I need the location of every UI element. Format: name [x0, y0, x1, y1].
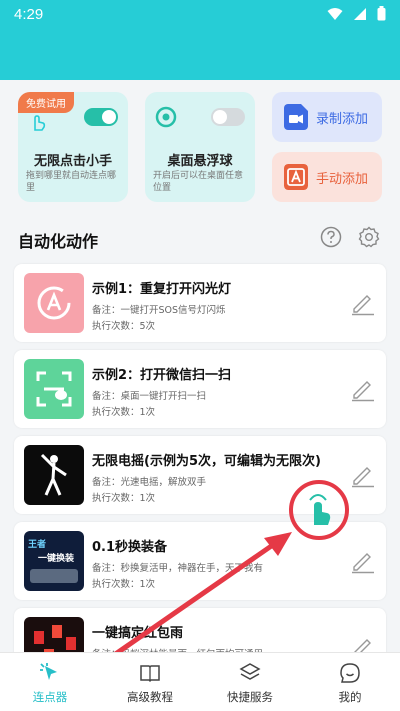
- profile-icon: [340, 663, 360, 683]
- edit-pencil-icon[interactable]: [350, 376, 376, 402]
- auto-click-title: 无限点击小手: [33, 154, 112, 169]
- scan-thumbnail: [24, 359, 84, 419]
- nav-quick-service[interactable]: 快捷服务: [200, 653, 300, 711]
- float-ball-title: 桌面悬浮球: [167, 154, 233, 169]
- item-title: 示例2：打开微信扫一扫: [92, 368, 232, 383]
- auto-click-toggle[interactable]: [84, 108, 118, 126]
- bottom-navigation: 连点器 高级教程 快捷服务 我的: [0, 652, 400, 711]
- record-add-label: 录制添加: [316, 112, 369, 127]
- action-item-flashlight[interactable]: 示例1：重复打开闪光灯 备注：一键打开SOS信号灯闪烁 执行次数：5次: [14, 264, 386, 342]
- nav-label: 连点器: [32, 690, 68, 704]
- item-note: 备注：桌面一键打开扫一扫: [92, 391, 207, 402]
- status-icons: [327, 6, 386, 21]
- nav-profile[interactable]: 我的: [300, 653, 400, 711]
- float-ball-icon: [155, 106, 177, 128]
- nav-label: 快捷服务: [227, 690, 273, 704]
- manual-add-button[interactable]: 手动添加: [272, 152, 382, 202]
- game-thumbnail: 王者 一键换装: [24, 531, 84, 591]
- nav-tutorial[interactable]: 高级教程: [100, 653, 200, 711]
- section-title: 自动化动作: [18, 232, 99, 251]
- free-trial-badge: 免费试用: [18, 92, 74, 113]
- item-note: 备注：秒换复活甲，神器在手，天下我有: [92, 563, 264, 574]
- nav-label: 我的: [338, 690, 362, 704]
- layers-icon: [239, 663, 261, 680]
- toggle-knob: [213, 110, 227, 124]
- item-title: 无限电摇(示例为5次，可编辑为无限次): [92, 454, 321, 469]
- game-thumb-device: [30, 569, 78, 583]
- item-title: 一键搞定红包雨: [92, 626, 184, 641]
- action-item-wechat-scan[interactable]: 示例2：打开微信扫一扫 备注：桌面一键打开扫一扫 执行次数：1次: [14, 350, 386, 428]
- float-ball-toggle[interactable]: [211, 108, 245, 126]
- auto-click-subtitle: 拖到哪里就自动连点哪里: [26, 171, 117, 193]
- game-thumb-line1: 王者: [28, 540, 47, 550]
- battery-icon: [377, 6, 386, 21]
- item-count: 执行次数：1次: [92, 407, 156, 418]
- settings-gear-icon[interactable]: [358, 226, 380, 248]
- hand-icon: [34, 115, 46, 131]
- dancer-thumbnail: [24, 445, 84, 505]
- flashlight-thumbnail: [24, 273, 84, 333]
- edit-pencil-icon[interactable]: [350, 290, 376, 316]
- auto-a-icon: [37, 286, 71, 320]
- dancer-icon: [40, 453, 67, 496]
- item-count: 执行次数：5次: [92, 321, 156, 332]
- wifi-icon: [327, 7, 343, 20]
- status-bar: 4:29: [0, 0, 400, 80]
- nav-clicker[interactable]: 连点器: [0, 653, 100, 711]
- action-item-shake[interactable]: 无限电摇(示例为5次，可编辑为无限次) 备注：光速电摇，解放双手 执行次数：1次: [14, 436, 386, 514]
- book-icon: [140, 665, 160, 683]
- item-title: 0.1秒换装备: [92, 540, 168, 555]
- signal-icon: [354, 7, 366, 20]
- help-icon[interactable]: [320, 226, 342, 248]
- record-add-button[interactable]: 录制添加: [272, 92, 382, 142]
- item-count: 执行次数：1次: [92, 579, 156, 590]
- toggle-knob: [102, 110, 116, 124]
- cursor-click-icon: [40, 663, 57, 680]
- edit-pencil-icon[interactable]: [350, 462, 376, 488]
- item-count: 执行次数：1次: [92, 493, 156, 504]
- letter-a-icon: [284, 164, 308, 190]
- scan-icon: [36, 371, 72, 407]
- manual-add-label: 手动添加: [316, 172, 369, 187]
- auto-click-card[interactable]: 免费试用 无限点击小手 拖到哪里就自动连点哪里: [18, 92, 128, 202]
- status-time: 4:29: [14, 6, 44, 23]
- action-item-equipment[interactable]: 王者 一键换装 0.1秒换装备 备注：秒换复活甲，神器在手，天下我有 执行次数：…: [14, 522, 386, 600]
- float-ball-subtitle: 开启后可以在桌面任意位置: [153, 171, 244, 193]
- video-file-icon: [284, 104, 308, 130]
- float-ball-card[interactable]: 桌面悬浮球 开启后可以在桌面任意位置: [145, 92, 255, 202]
- item-note: 备注：光速电摇，解放双手: [92, 477, 207, 488]
- edit-pencil-icon[interactable]: [350, 548, 376, 574]
- nav-label: 高级教程: [127, 690, 173, 704]
- item-note: 备注：一键打开SOS信号灯闪烁: [92, 305, 226, 316]
- game-thumb-line2: 一键换装: [38, 554, 75, 564]
- item-title: 示例1：重复打开闪光灯: [92, 282, 232, 297]
